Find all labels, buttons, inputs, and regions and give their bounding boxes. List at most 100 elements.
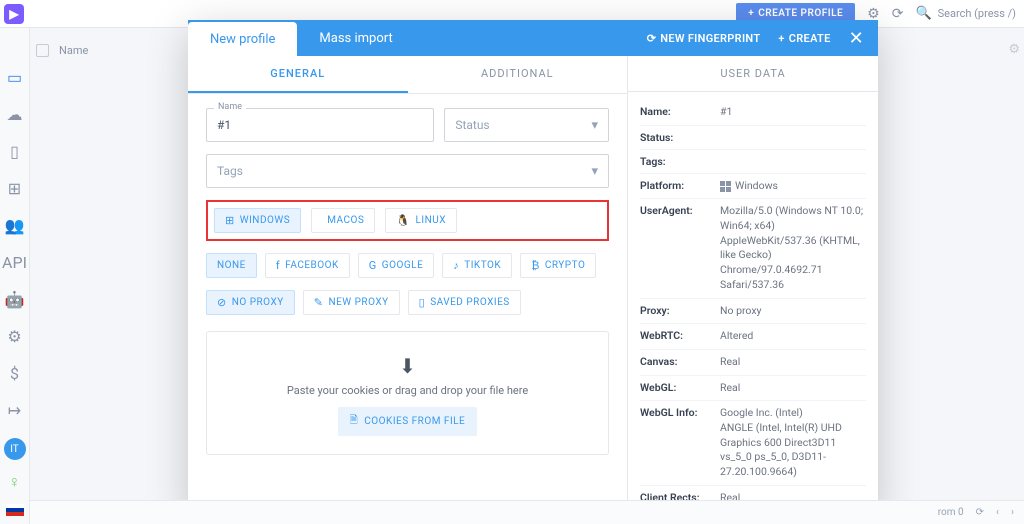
search-box[interactable]: 🔍 Search (press /) xyxy=(915,6,1016,21)
proxy-row: ⊘NO PROXY ✎NEW PROXY ▯SAVED PROXIES xyxy=(206,290,609,315)
table-settings-icon[interactable]: ⚙ xyxy=(1008,42,1020,57)
footer: rom 0 ⟳ ‹ › xyxy=(30,500,1024,524)
footer-refresh-icon[interactable]: ⟳ xyxy=(976,507,984,518)
info-status-value xyxy=(720,131,866,144)
proxy-new[interactable]: ✎NEW PROXY xyxy=(303,290,400,315)
new-fingerprint-button[interactable]: ⟳ NEW FINGERPRINT xyxy=(647,32,761,45)
os-selector: ⊞WINDOWS MACOS 🐧LINUX xyxy=(206,200,609,241)
drop-text: Paste your cookies or drag and drop your… xyxy=(217,384,598,397)
prev-page[interactable]: ‹ xyxy=(996,507,999,518)
new-profile-modal: New profile Mass import ⟳ NEW FINGERPRIN… xyxy=(188,20,878,515)
ban-icon: ⊘ xyxy=(217,296,227,309)
sidebar-settings-icon[interactable]: ⚙ xyxy=(7,327,21,346)
google-icon: G xyxy=(369,259,377,272)
sidebar-extension-icon[interactable]: ⊞ xyxy=(8,179,21,198)
sidebar-bulb-icon[interactable]: ♀ xyxy=(9,472,21,492)
os-macos[interactable]: MACOS xyxy=(311,208,375,233)
plus-icon: + xyxy=(778,32,784,45)
preset-none[interactable]: NONE xyxy=(206,253,257,278)
right-panel: USER DATA Name:#1 Status: Tags: Platform… xyxy=(628,56,878,515)
next-page[interactable]: › xyxy=(1011,507,1014,518)
proxy-none[interactable]: ⊘NO PROXY xyxy=(206,290,295,315)
windows-icon: ⊞ xyxy=(225,214,235,227)
info-canvas-label: Canvas: xyxy=(640,355,720,370)
sidebar-cloud-icon[interactable]: ☁ xyxy=(7,105,23,124)
create-label: CREATE xyxy=(789,32,831,45)
info-canvas-value: Real xyxy=(720,355,866,370)
cookies-from-file-button[interactable]: 🗎 COOKIES FROM FILE xyxy=(338,407,478,436)
sub-tab-general[interactable]: GENERAL xyxy=(188,56,408,93)
info-status-label: Status: xyxy=(640,131,720,144)
file-icon: 🗎 xyxy=(350,413,359,430)
preset-tiktok[interactable]: ♪TIKTOK xyxy=(442,253,512,278)
name-label: Name xyxy=(214,102,246,112)
info-webrtc-label: WebRTC: xyxy=(640,329,720,344)
info-tags-value xyxy=(720,155,866,168)
tab-mass-import[interactable]: Mass import xyxy=(297,20,414,56)
sub-tab-additional[interactable]: ADDITIONAL xyxy=(408,56,628,93)
refresh-icon[interactable]: ⟳ xyxy=(892,6,904,22)
select-all-checkbox[interactable] xyxy=(36,44,49,57)
info-webgl-label: WebGL: xyxy=(640,381,720,396)
footer-from: rom 0 xyxy=(938,507,964,518)
info-useragent-value: Mozilla/5.0 (Windows NT 10.0; Win64; x64… xyxy=(720,204,866,292)
tags-select[interactable]: Tags ▾ xyxy=(206,154,609,188)
preset-google[interactable]: GGOOGLE xyxy=(358,253,434,278)
cookies-dropzone[interactable]: ⬇ Paste your cookies or drag and drop yo… xyxy=(206,331,609,455)
col-name: Name xyxy=(59,44,88,57)
tiktok-icon: ♪ xyxy=(453,259,459,272)
info-platform-value: Windows xyxy=(720,179,866,194)
locale-flag[interactable] xyxy=(6,504,24,516)
preset-facebook[interactable]: fFACEBOOK xyxy=(265,253,350,278)
plus-icon: + xyxy=(748,8,754,19)
info-webrtc-value: Altered xyxy=(720,329,866,344)
app-logo: ▶ xyxy=(4,4,24,24)
crypto-icon: ₿ xyxy=(531,259,540,272)
sidebar-bookmark-icon[interactable]: ▯ xyxy=(10,142,19,161)
info-proxy-label: Proxy: xyxy=(640,304,720,319)
sidebar-robot-icon[interactable]: 🤖 xyxy=(5,290,25,309)
preset-crypto[interactable]: ₿CRYPTO xyxy=(520,253,596,278)
info-name-label: Name: xyxy=(640,105,720,120)
preset-row: NONE fFACEBOOK GGOOGLE ♪TIKTOK ₿CRYPTO xyxy=(206,253,609,278)
sub-tabs: GENERAL ADDITIONAL xyxy=(188,56,627,94)
os-linux[interactable]: 🐧LINUX xyxy=(385,208,457,233)
linux-icon: 🐧 xyxy=(396,214,410,227)
cookies-button-label: COOKIES FROM FILE xyxy=(364,416,465,427)
sidebar-api-icon[interactable]: API xyxy=(2,253,27,272)
left-sidebar: ▭ ☁ ▯ ⊞ 👥 API 🤖 ⚙ $ ↦ IT ♀ xyxy=(0,28,30,524)
os-windows[interactable]: ⊞WINDOWS xyxy=(214,208,301,233)
info-name-value: #1 xyxy=(720,105,866,120)
info-webgl-value: Real xyxy=(720,381,866,396)
status-select[interactable]: Status ▾ xyxy=(444,108,609,142)
facebook-icon: f xyxy=(276,259,280,272)
sidebar-users-icon[interactable]: 👥 xyxy=(5,216,25,235)
proxy-saved[interactable]: ▯SAVED PROXIES xyxy=(408,290,521,315)
new-fingerprint-label: NEW FINGERPRINT xyxy=(660,32,760,45)
footer-nav: ‹ › xyxy=(996,507,1014,518)
info-proxy-value: No proxy xyxy=(720,304,866,319)
bookmark-icon: ▯ xyxy=(419,296,426,309)
create-profile-label: CREATE PROFILE xyxy=(758,8,843,19)
status-placeholder: Status xyxy=(455,118,489,132)
create-button[interactable]: + CREATE xyxy=(778,32,830,45)
chevron-down-icon: ▾ xyxy=(591,164,598,179)
search-icon: 🔍 xyxy=(915,6,931,21)
download-icon: ⬇ xyxy=(217,354,598,378)
info-webglinfo-label: WebGL Info: xyxy=(640,406,720,479)
sidebar-exit-icon[interactable]: ↦ xyxy=(8,401,21,420)
avatar[interactable]: IT xyxy=(4,438,26,460)
tab-new-profile[interactable]: New profile xyxy=(188,22,297,56)
name-input[interactable] xyxy=(206,108,434,142)
sidebar-browser-icon[interactable]: ▭ xyxy=(7,68,22,87)
info-platform-label: Platform: xyxy=(640,179,720,194)
tags-placeholder: Tags xyxy=(217,164,243,178)
sidebar-dollar-icon[interactable]: $ xyxy=(10,364,19,383)
info-useragent-label: UserAgent: xyxy=(640,204,720,292)
chevron-down-icon: ▾ xyxy=(591,118,598,133)
sub-tab-userdata[interactable]: USER DATA xyxy=(628,56,878,92)
info-tags-label: Tags: xyxy=(640,155,720,168)
close-icon[interactable]: ✕ xyxy=(849,28,864,49)
modal-header: New profile Mass import ⟳ NEW FINGERPRIN… xyxy=(188,20,878,56)
edit-icon: ✎ xyxy=(314,296,324,309)
